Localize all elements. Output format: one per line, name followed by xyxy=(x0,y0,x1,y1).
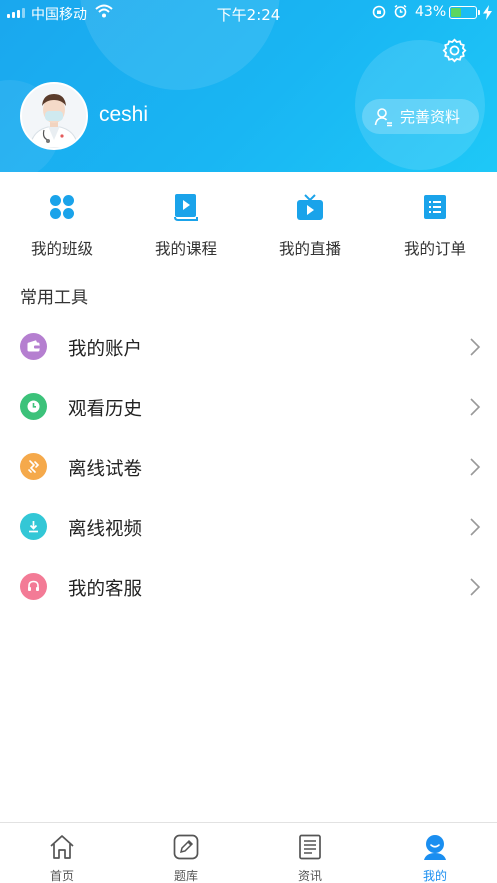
download-icon xyxy=(20,513,47,540)
quick-action-my-class[interactable]: 我的班级 xyxy=(0,192,124,259)
tab-question-bank[interactable]: 题库 xyxy=(124,823,248,883)
complete-profile-label: 完善资料 xyxy=(400,108,461,126)
avatar[interactable] xyxy=(20,82,88,150)
chevron-right-icon xyxy=(470,578,481,596)
menu-item-offline-videos[interactable]: 离线视频 xyxy=(0,498,497,558)
status-bar: 中国移动 下午2:24 43% xyxy=(0,0,497,26)
menu-item-my-account[interactable]: 我的账户 xyxy=(0,318,497,378)
section-title: 常用工具 xyxy=(20,288,88,308)
gear-icon[interactable] xyxy=(441,37,468,64)
chevron-right-icon xyxy=(470,398,481,416)
profile-icon xyxy=(424,835,446,860)
list-icon xyxy=(424,195,446,219)
home-icon xyxy=(50,835,74,859)
book-play-icon xyxy=(174,194,198,221)
username: ceshi xyxy=(99,103,149,126)
news-icon xyxy=(299,834,321,860)
charging-icon xyxy=(483,5,492,20)
bottom-tab-bar: 首页 题库 资讯 我的 xyxy=(0,822,497,883)
tab-label: 首页 xyxy=(49,869,74,883)
battery-percent: 43% xyxy=(415,4,447,20)
doctor-avatar-icon xyxy=(22,84,86,148)
quick-action-my-courses[interactable]: 我的课程 xyxy=(124,192,248,259)
tab-label: 题库 xyxy=(173,869,198,883)
rotation-lock-icon xyxy=(372,5,386,19)
battery-level xyxy=(451,8,461,17)
tab-label: 我的 xyxy=(422,869,447,883)
alarm-icon xyxy=(394,4,407,18)
chevron-right-icon xyxy=(470,458,481,476)
menu-item-label: 离线试卷 xyxy=(68,459,143,480)
profile-header: 中国移动 下午2:24 43% ceshi 完善资料 xyxy=(0,0,497,172)
quick-actions: 我的班级 我的课程 我的直播 我的订单 xyxy=(0,172,497,272)
wallet-icon xyxy=(20,333,47,360)
quick-action-my-live[interactable]: 我的直播 xyxy=(248,192,372,259)
paper-offline-icon xyxy=(20,453,47,480)
quick-action-label: 我的订单 xyxy=(403,240,466,258)
pencil-icon xyxy=(173,834,199,860)
battery-icon xyxy=(449,6,477,19)
menu-item-label: 观看历史 xyxy=(68,399,143,420)
chevron-right-icon xyxy=(470,338,481,356)
menu-item-label: 我的客服 xyxy=(68,579,143,600)
tab-home[interactable]: 首页 xyxy=(0,823,124,883)
quick-action-label: 我的直播 xyxy=(278,240,341,258)
menu-item-customer-service[interactable]: 我的客服 xyxy=(0,558,497,618)
quick-action-label: 我的课程 xyxy=(154,240,217,258)
tv-icon xyxy=(297,194,323,220)
chevron-right-icon xyxy=(470,518,481,536)
complete-profile-button[interactable]: 完善资料 xyxy=(362,99,479,134)
menu-item-label: 离线视频 xyxy=(68,519,143,540)
battery-cap xyxy=(478,10,480,15)
tab-mine[interactable]: 我的 xyxy=(373,823,497,883)
quick-action-label: 我的班级 xyxy=(30,240,93,258)
menu-item-label: 我的账户 xyxy=(68,339,143,360)
user-edit-icon xyxy=(374,107,392,126)
menu-item-offline-papers[interactable]: 离线试卷 xyxy=(0,438,497,498)
clock-icon xyxy=(20,393,47,420)
clover-icon xyxy=(50,195,74,219)
tab-news[interactable]: 资讯 xyxy=(248,823,372,883)
quick-action-my-orders[interactable]: 我的订单 xyxy=(373,192,497,259)
menu-item-watch-history[interactable]: 观看历史 xyxy=(0,378,497,438)
tab-label: 资讯 xyxy=(297,869,322,883)
headset-icon xyxy=(20,573,47,600)
